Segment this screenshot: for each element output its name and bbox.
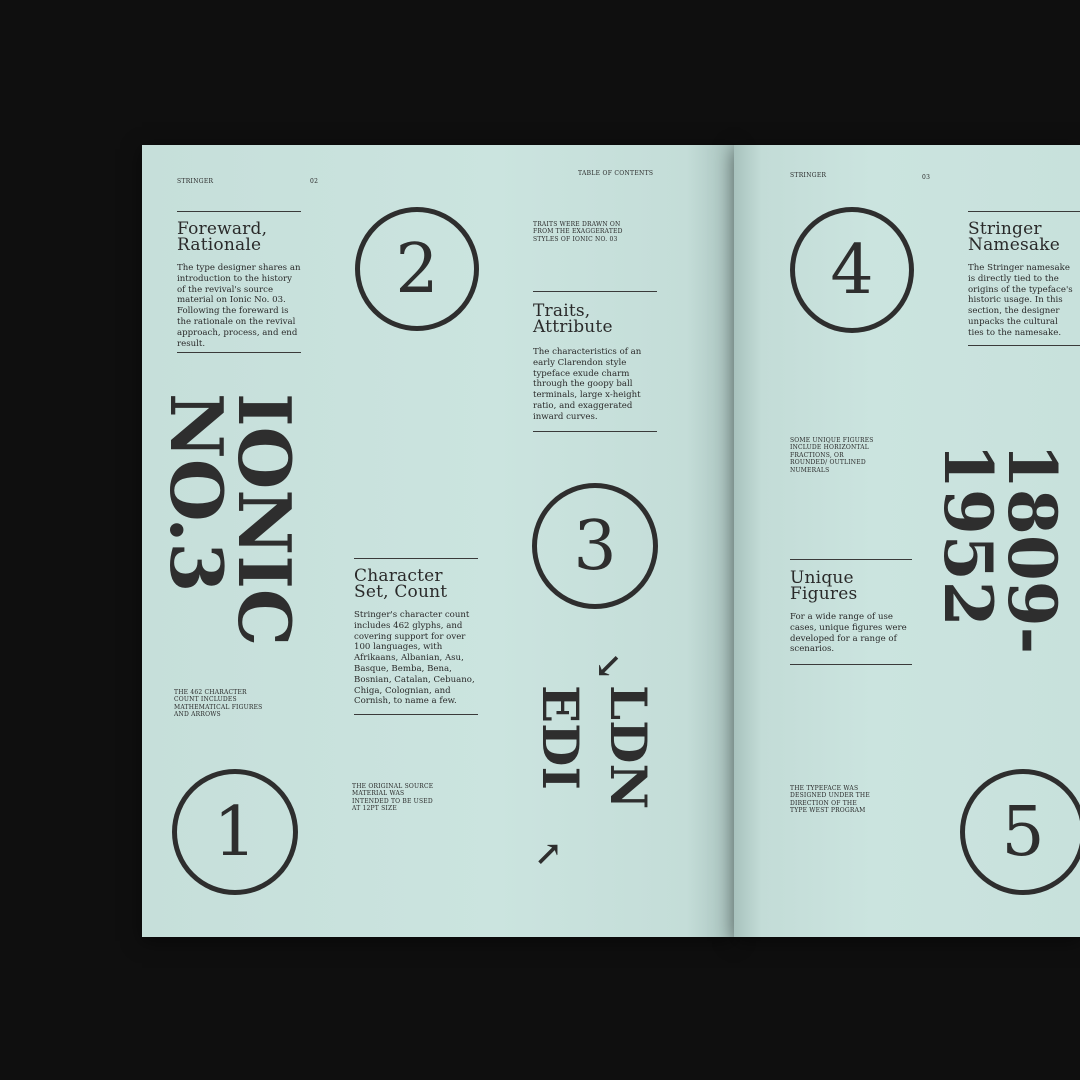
page-number: 03 [922, 174, 931, 181]
caption-program: THE TYPEFACE WAS DESIGNED UNDER THE DIRE… [790, 785, 870, 815]
section-rule [354, 558, 478, 559]
ldn-vertical: LDN [599, 685, 658, 810]
running-head: STRINGER [790, 172, 827, 179]
section-body-figures: For a wide range of use cases, unique fi… [790, 612, 907, 655]
numeral-circle-5: 5 [960, 769, 1080, 895]
arrow-top-icon: ↙ [594, 646, 623, 686]
section-rule [533, 291, 657, 292]
section-rule [790, 664, 912, 665]
section-rule [968, 345, 1080, 346]
toc-label: TABLE OF CONTENTS [578, 170, 654, 177]
section-body-character: Stringer's character count includes 462 … [354, 610, 475, 707]
caption-traits: TRAITS WERE DRAWN ON FROM THE EXAGGERATE… [533, 221, 623, 243]
section-body-traits: The characteristics of an early Clarendo… [533, 347, 642, 422]
ionic-no3-vertical: IONIC NO.3 [154, 393, 307, 647]
page-number: 02 [310, 178, 319, 185]
caption-source: THE ORIGINAL SOURCE MATERIAL WAS INTENDE… [352, 783, 434, 813]
section-title-foreward: Foreward, Rationale [177, 219, 268, 255]
section-title-traits: Traits, Attribute [533, 301, 613, 337]
section-body-namesake: The Stringer namesake is directly tied t… [968, 263, 1073, 338]
magazine-spread: STRINGER 02 TABLE OF CONTENTS Foreward, … [142, 145, 1080, 937]
section-rule [177, 211, 301, 212]
section-title-namesake: Stringer Namesake [968, 219, 1061, 255]
years-vertical: 1809- 1952 [929, 443, 1071, 655]
numeral-circle-4: 4 [790, 207, 914, 333]
section-rule [533, 431, 657, 432]
section-rule [790, 559, 912, 560]
section-body-foreward: The type designer shares an introduction… [177, 263, 301, 349]
section-rule [177, 352, 301, 353]
section-rule [354, 714, 478, 715]
caption-figures: SOME UNIQUE FIGURES INCLUDE HORIZONTAL F… [790, 437, 874, 474]
caption-462: THE 462 CHARACTER COUNT INCLUDES MATHEMA… [174, 689, 263, 719]
section-title-character: Character Set, Count [354, 566, 448, 602]
right-page: STRINGER 03 4 Stringer Namesake The Stri… [734, 145, 1080, 937]
arrow-bottom-icon: ↗ [534, 834, 563, 874]
edi-vertical: EDI [531, 685, 590, 790]
numeral-circle-1: 1 [172, 769, 298, 895]
numeral-circle-3: 3 [532, 483, 658, 609]
left-page: STRINGER 02 TABLE OF CONTENTS Foreward, … [142, 145, 734, 937]
section-title-figures: Unique Figures [790, 568, 858, 604]
section-rule [968, 211, 1080, 212]
numeral-circle-2: 2 [355, 207, 479, 331]
running-head: STRINGER [177, 178, 214, 185]
